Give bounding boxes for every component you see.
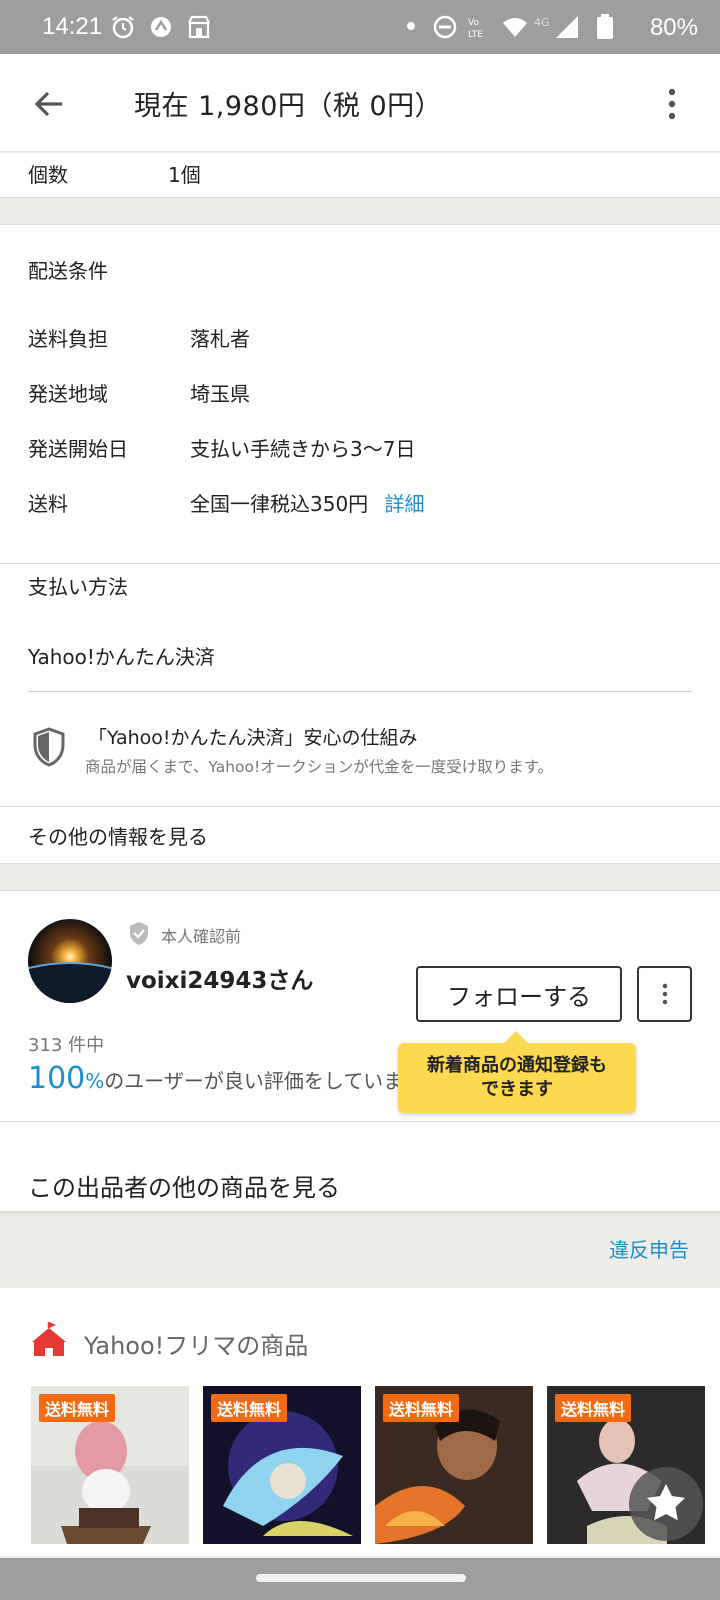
shipping-heading: 配送条件 bbox=[28, 259, 108, 283]
rating-text: のユーザーが良い評価をしています。 bbox=[104, 1069, 442, 1093]
quantity-card: 個数 1個 bbox=[0, 153, 720, 198]
avatar[interactable] bbox=[28, 919, 112, 1003]
tooltip-line: 新着商品の通知登録も bbox=[427, 1055, 607, 1076]
shipping-row-label: 送料 bbox=[28, 492, 68, 516]
quantity-label: 個数 bbox=[28, 163, 68, 187]
shipping-row-value: 埼玉県 bbox=[190, 382, 250, 406]
battery-icon bbox=[597, 14, 613, 39]
shipping-row-value: 落札者 bbox=[190, 327, 250, 351]
dot-icon bbox=[407, 22, 415, 30]
system-nav-bar bbox=[0, 1558, 720, 1600]
favorite-star-button[interactable] bbox=[628, 1466, 704, 1542]
shipping-fee-text: 全国一律税込350円 bbox=[190, 492, 369, 516]
alarm-icon bbox=[112, 16, 134, 39]
payment-method: Yahoo!かんたん決済 bbox=[28, 645, 215, 669]
report-link[interactable]: 違反申告 bbox=[609, 1234, 689, 1263]
shield-icon bbox=[33, 727, 65, 767]
flea-market-title: Yahoo!フリマの商品 bbox=[84, 1332, 309, 1360]
follow-button[interactable]: フォローする bbox=[416, 966, 622, 1022]
status-time: 14:21 bbox=[42, 13, 103, 40]
product-thumbnail[interactable]: 送料無料 bbox=[31, 1386, 189, 1544]
payment-heading: 支払い方法 bbox=[28, 575, 128, 599]
free-shipping-badge: 送料無料 bbox=[211, 1394, 288, 1422]
svg-text:Vo: Vo bbox=[468, 18, 479, 28]
home-handle[interactable] bbox=[256, 1574, 466, 1582]
seller-items-link[interactable]: この出品者の他の商品を見る bbox=[28, 1168, 340, 1203]
tooltip-line: できます bbox=[481, 1079, 553, 1100]
other-info-link[interactable]: その他の情報を見る bbox=[28, 821, 208, 850]
seller-more-button[interactable] bbox=[637, 966, 692, 1022]
seller-items-row[interactable]: この出品者の他の商品を見る bbox=[0, 1122, 720, 1212]
shipping-row-label: 送料負担 bbox=[28, 327, 108, 351]
rating-percent: 100 bbox=[28, 1061, 86, 1096]
shipping-row-label: 発送地域 bbox=[28, 382, 108, 406]
more-options-icon[interactable] bbox=[662, 84, 682, 124]
safety-description: 商品が届くまで、Yahoo!オークションが代金を一度受け取ります。 bbox=[85, 758, 554, 776]
free-shipping-badge: 送料無料 bbox=[555, 1394, 632, 1422]
verify-status: 本人確認前 bbox=[161, 927, 242, 946]
store-icon bbox=[188, 15, 210, 39]
shipping-row-value: 支払い手続きから3〜7日 bbox=[190, 437, 416, 461]
divider bbox=[0, 806, 720, 807]
product-thumbnail[interactable]: 送料無料 bbox=[203, 1386, 361, 1544]
divider bbox=[28, 691, 692, 692]
details-card: 配送条件 送料負担 落札者 発送地域 埼玉県 発送開始日 支払い手続きから3〜7… bbox=[0, 224, 720, 864]
wifi-icon bbox=[503, 18, 527, 37]
signal-icon: 4G bbox=[534, 16, 578, 38]
do-not-disturb-icon bbox=[433, 15, 457, 39]
app-header: 現在 1,980円（税 0円） bbox=[0, 54, 720, 152]
svg-text:LTE: LTE bbox=[468, 30, 483, 40]
app-notification-icon bbox=[151, 17, 171, 37]
volte-icon: Vo LTE bbox=[468, 18, 483, 40]
battery-percent: 80% bbox=[649, 14, 698, 41]
verify-shield-icon bbox=[130, 922, 148, 945]
shipping-detail-link[interactable]: 詳細 bbox=[385, 492, 425, 516]
rating-line: 100%のユーザーが良い評価をしています。 bbox=[28, 1061, 441, 1096]
status-bar: 14:21 Vo LTE 4G 80% bbox=[0, 0, 720, 54]
seller-name[interactable]: voixi24943さん bbox=[126, 961, 313, 995]
more-options-icon bbox=[662, 983, 668, 1005]
tent-icon bbox=[32, 1322, 66, 1356]
divider bbox=[0, 563, 720, 564]
rating-percent-unit: % bbox=[85, 1069, 105, 1093]
quantity-value: 1個 bbox=[168, 163, 201, 187]
shipping-row-value: 全国一律税込350円 詳細 bbox=[190, 488, 425, 517]
safety-title: 「Yahoo!かんたん決済」安心の仕組み bbox=[88, 727, 418, 749]
back-arrow-icon[interactable] bbox=[30, 84, 70, 124]
page-title: 現在 1,980円（税 0円） bbox=[134, 91, 443, 122]
svg-text:4G: 4G bbox=[534, 16, 550, 29]
follow-tooltip[interactable]: 新着商品の通知登録も できます bbox=[398, 1031, 636, 1113]
free-shipping-badge: 送料無料 bbox=[39, 1394, 116, 1422]
free-shipping-badge: 送料無料 bbox=[383, 1394, 460, 1422]
shipping-row-label: 発送開始日 bbox=[28, 437, 128, 461]
product-thumbnail[interactable]: 送料無料 bbox=[375, 1386, 533, 1544]
seller-card: 本人確認前 voixi24943さん フォローする 313 件中 100%のユー… bbox=[0, 890, 720, 1122]
rating-count: 313 件中 bbox=[28, 1035, 105, 1056]
